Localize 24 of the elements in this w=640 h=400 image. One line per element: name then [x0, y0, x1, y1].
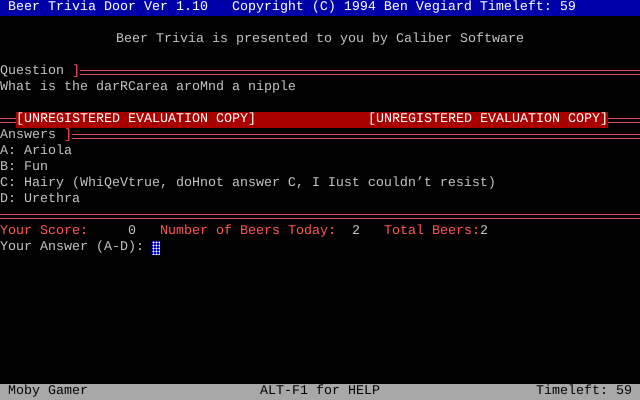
answer-option: B: Fun — [0, 160, 48, 176]
section-label: Question — [0, 64, 65, 80]
stat-label: Number of Beers Today: — [160, 224, 336, 240]
stat-value: 2 — [480, 224, 488, 240]
prompt-label: Your Answer (A-D): — [0, 240, 144, 256]
stat-value: 2 — [352, 224, 360, 240]
help-hint: ALT-F1 for HELP — [260, 384, 380, 400]
text-cursor — [152, 241, 160, 255]
answer-option: D: Urethra — [0, 192, 80, 208]
unregistered-text: [UNREGISTERED EVALUATION COPY] — [368, 112, 608, 128]
user-name: Moby Gamer — [8, 384, 89, 400]
stat-value: 0 — [128, 224, 136, 240]
banner-text: Beer Trivia is presented to you by Caliber Software — [116, 32, 524, 48]
unregistered-text: [UNREGISTERED EVALUATION COPY] — [16, 112, 256, 128]
section-label: Answers — [0, 128, 57, 144]
answer-option: A: Ariola — [0, 144, 72, 160]
title-bar-text: Beer Trivia Door Ver 1.10 Copyright (C) 1994 Ben Vegiard Timeleft: 59 — [8, 0, 576, 16]
stat-label: Total Beers: — [384, 224, 480, 240]
section-bracket: ] — [64, 128, 72, 144]
time-left: Timeleft: 59 — [535, 384, 632, 400]
stat-label: Your Score: — [0, 224, 88, 240]
question-text: What is the darRCarea aroMnd a nipple — [0, 80, 296, 96]
section-bracket: ] — [72, 64, 80, 80]
answer-option: C: Hairy (WhiQeVtrue, doHnot answer C, I Iust couldn’t resist) — [0, 176, 496, 192]
